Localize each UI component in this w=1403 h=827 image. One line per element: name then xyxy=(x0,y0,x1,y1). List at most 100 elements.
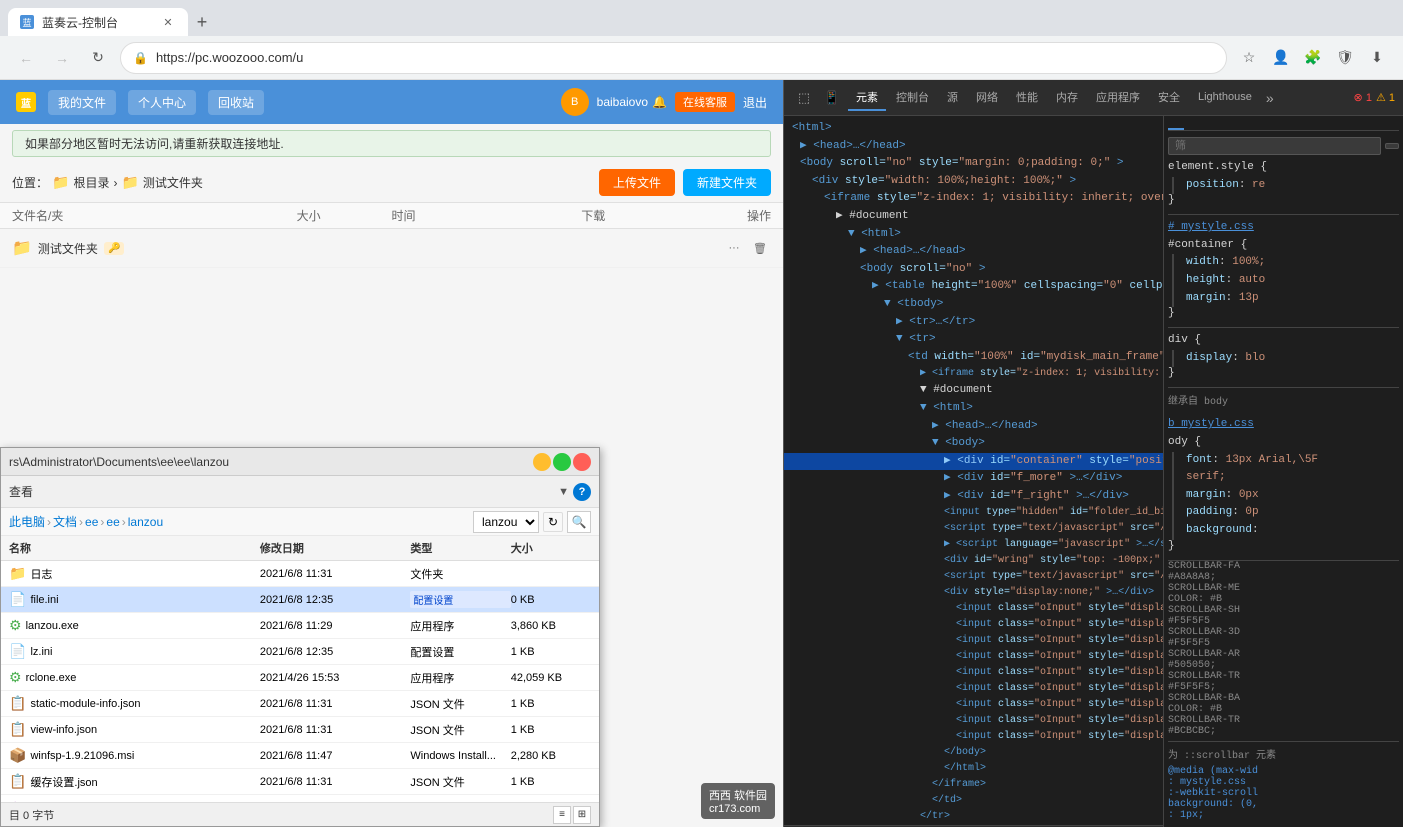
fe-path-doc[interactable]: 文档 xyxy=(53,513,77,530)
tab-close-button[interactable]: ✕ xyxy=(160,14,176,30)
html-line[interactable]: <iframe style="z-index: 1; visibility: i… xyxy=(784,190,1163,208)
new-folder-button[interactable]: 新建文件夹 xyxy=(683,169,771,196)
refresh-button[interactable]: ↻ xyxy=(84,44,112,72)
list-item[interactable]: 📁 日志 2021/6/8 11:31 文件夹 xyxy=(1,561,599,587)
browser-tab-active[interactable]: 蓝 蓝奏云-控制台 ✕ xyxy=(8,8,188,36)
table-row[interactable]: 📁 测试文件夹 🔑 ··· 🗑 xyxy=(0,229,783,268)
fe-grid-view-button[interactable]: ⊞ xyxy=(573,806,591,824)
devtools-inspect-icon[interactable]: ⬚ xyxy=(792,86,816,110)
list-item[interactable]: 📋 view-info.json 2021/6/8 11:31 JSON 文件 … xyxy=(1,717,599,743)
html-line[interactable]: <input class="oInput" style="display: no… xyxy=(784,601,1163,617)
devtools-device-icon[interactable]: 📱 xyxy=(820,86,844,110)
html-line[interactable]: <script type="text/javascript" src="/inc… xyxy=(784,521,1163,537)
html-line[interactable]: ▶ <div id="f_more" >…</div> xyxy=(784,470,1163,488)
fe-path-dropdown[interactable]: lanzou xyxy=(473,511,539,533)
tab-computed[interactable] xyxy=(1184,120,1200,130)
fe-path-lanzou[interactable]: lanzou xyxy=(128,515,163,529)
tab-console[interactable]: 控制台 xyxy=(888,85,937,111)
online-service-button[interactable]: 在线客服 xyxy=(675,92,735,112)
html-line[interactable]: ▼ <tbody> xyxy=(784,296,1163,314)
elements-panel[interactable]: <html> ▶ <head>…</head> <body scroll="no… xyxy=(784,116,1163,827)
html-line[interactable]: ▶ <head>…</head> xyxy=(784,243,1163,261)
nav-my-files[interactable]: 我的文件 xyxy=(48,90,116,115)
fe-path-ee2[interactable]: ee xyxy=(106,515,119,529)
list-item[interactable]: ⚙ 配置.conf 2021/6/7 15:24 CONF 文件 8 KB xyxy=(1,795,599,802)
tab-sources[interactable]: 源 xyxy=(939,85,966,111)
fe-search-button[interactable]: 🔍 xyxy=(567,511,591,533)
tab-more-icon[interactable]: » xyxy=(1262,90,1278,106)
html-line[interactable]: <body scroll="no" style="margin: 0;paddi… xyxy=(784,155,1163,173)
html-line[interactable]: ▶ <table height="100%" cellspacing="0" c… xyxy=(784,278,1163,296)
html-line[interactable]: ▼ #document xyxy=(784,382,1163,400)
tab-memory[interactable]: 内存 xyxy=(1048,85,1086,111)
address-bar[interactable]: 🔒 https://pc.woozooo.com/u xyxy=(120,42,1227,74)
html-line[interactable]: <td width="100%" id="mydisk_main_frame" … xyxy=(784,349,1163,367)
html-line[interactable]: ▶ <head>…</head> xyxy=(784,418,1163,436)
html-line[interactable]: <input class="oInput" style="display: no… xyxy=(784,633,1163,649)
html-line[interactable]: <input class="oInput" style="display: no… xyxy=(784,665,1163,681)
html-line[interactable]: <div style="display:none;" >…</div> xyxy=(784,585,1163,601)
html-line[interactable]: ▼ <body> xyxy=(784,435,1163,453)
html-line[interactable]: ▶ <iframe style="z-index: 1; visibility:… xyxy=(784,366,1163,382)
html-line[interactable]: <body scroll="no" > xyxy=(784,261,1163,279)
star-icon[interactable]: ☆ xyxy=(1235,44,1263,72)
tab-network[interactable]: 网络 xyxy=(968,85,1006,111)
html-line[interactable]: ▼ <html> xyxy=(784,400,1163,418)
html-line[interactable]: </body> xyxy=(784,745,1163,761)
delete-button[interactable]: 🗑 xyxy=(749,237,771,259)
fe-maximize-button[interactable]: □ xyxy=(553,453,571,471)
list-item[interactable]: 📋 缓存设置.json 2021/6/8 11:31 JSON 文件 1 KB xyxy=(1,769,599,795)
html-line[interactable]: <html> xyxy=(784,120,1163,138)
html-line[interactable]: <script type="text/javascript" src="/img… xyxy=(784,569,1163,585)
nav-personal-center[interactable]: 个人中心 xyxy=(128,90,196,115)
html-line[interactable]: <input class="oInput" style="display: no… xyxy=(784,713,1163,729)
style-source-link2[interactable]: b mystyle.css xyxy=(1168,418,1254,430)
list-item[interactable]: 📄 lz.ini 2021/6/8 12:35 配置设置 1 KB xyxy=(1,639,599,665)
html-line[interactable]: ▶ #document xyxy=(784,208,1163,226)
html-line[interactable]: <input class="oInput" style="display: no… xyxy=(784,697,1163,713)
shield-icon[interactable]: 🛡 xyxy=(1331,44,1359,72)
fe-refresh-button[interactable]: ↻ xyxy=(543,512,563,532)
tab-security[interactable]: 安全 xyxy=(1150,85,1188,111)
html-line[interactable]: <input class="oInput" style="display: no… xyxy=(784,729,1163,745)
tab-performance[interactable]: 性能 xyxy=(1008,85,1046,111)
html-line[interactable]: </iframe> xyxy=(784,777,1163,793)
tab-lighthouse[interactable]: Lighthouse xyxy=(1190,87,1260,109)
html-line[interactable]: <input class="oInput" style="display: no… xyxy=(784,617,1163,633)
tab-application[interactable]: 应用程序 xyxy=(1088,85,1148,111)
html-line[interactable]: <input class="oInput" style="display: no… xyxy=(784,681,1163,697)
html-line[interactable]: </tr> xyxy=(784,809,1163,825)
extension-icon[interactable]: 🧩 xyxy=(1299,44,1327,72)
account-icon[interactable]: 👤 xyxy=(1267,44,1295,72)
fe-path-computer[interactable]: 此电脑 xyxy=(9,513,45,530)
new-tab-button[interactable]: + xyxy=(188,8,216,36)
more-ops-button[interactable]: ··· xyxy=(723,237,745,259)
html-line[interactable]: <input type="hidden" id="folder_id_bibao… xyxy=(784,505,1163,521)
download-icon[interactable]: ⬇ xyxy=(1363,44,1391,72)
list-item[interactable]: ⚙ lanzou.exe 2021/6/8 11:29 应用程序 3,860 K… xyxy=(1,613,599,639)
html-line[interactable]: <input class="oInput" style="display: no… xyxy=(784,649,1163,665)
list-item[interactable]: 📦 winfsp-1.9.21096.msi 2021/6/8 11:47 Wi… xyxy=(1,743,599,769)
list-item[interactable]: ⚙ rclone.exe 2021/4/26 15:53 应用程序 42,059… xyxy=(1,665,599,691)
tab-styles[interactable] xyxy=(1168,120,1184,130)
list-item[interactable]: 📋 static-module-info.json 2021/6/8 11:31… xyxy=(1,691,599,717)
html-line[interactable]: ▶ <div id="f_right" >…</div> xyxy=(784,488,1163,506)
style-source-link[interactable]: # mystyle.css xyxy=(1168,221,1254,233)
html-line[interactable]: ▼ <html> xyxy=(784,226,1163,244)
list-item[interactable]: 📄 file.ini 2021/6/8 12:35 配置设置 0 KB xyxy=(1,587,599,613)
breadcrumb-root[interactable]: 根目录 xyxy=(73,174,109,191)
breadcrumb-folder[interactable]: 测试文件夹 xyxy=(143,174,203,191)
logout-button[interactable]: 退出 xyxy=(743,94,767,111)
back-button[interactable]: ← xyxy=(12,44,40,72)
upload-button[interactable]: 上传文件 xyxy=(599,169,675,196)
fe-close-button[interactable]: ✕ xyxy=(573,453,591,471)
tab-elements[interactable]: 元素 xyxy=(848,85,886,111)
fe-list-view-button[interactable]: ≡ xyxy=(553,806,571,824)
forward-button[interactable]: → xyxy=(48,44,76,72)
styles-filter-input[interactable] xyxy=(1168,137,1381,155)
html-line[interactable]: ▶ <script language="javascript" >…</scri… xyxy=(784,537,1163,553)
html-line-selected[interactable]: ▶ <div id="container" style="position: r… xyxy=(784,453,1163,471)
fe-path-ee1[interactable]: ee xyxy=(85,515,98,529)
fe-minimize-button[interactable]: — xyxy=(533,453,551,471)
html-line[interactable]: <div id="wring" style="top: -100px;" >已删… xyxy=(784,553,1163,569)
